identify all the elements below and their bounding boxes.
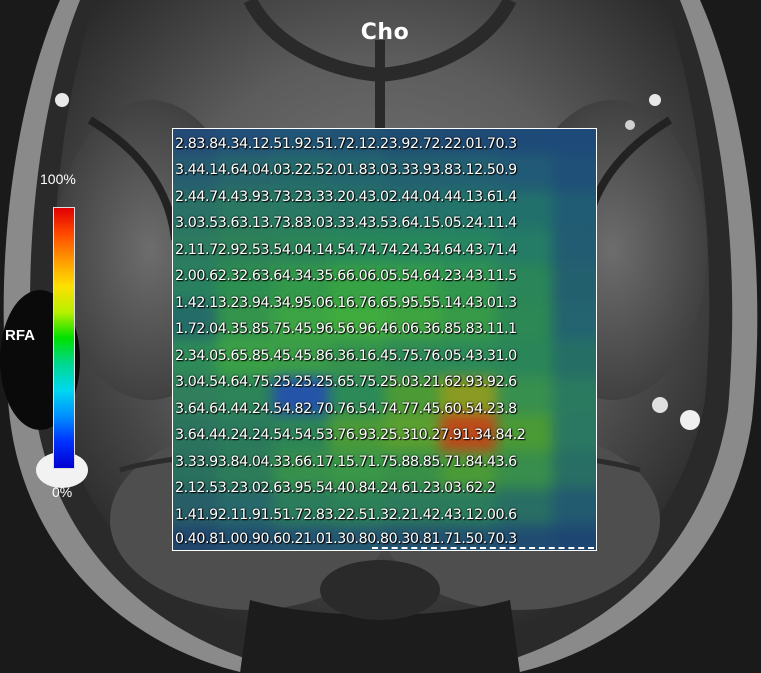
grid-row-8: 1.72.04.35.85.75.45.96.56.96.46.06.36.85…	[175, 321, 517, 337]
voxel-value-rows: 2.83.84.34.12.51.92.51.72.12.23.92.72.22…	[173, 129, 596, 550]
spectroscopy-grid: 2.83.84.34.12.51.92.51.72.12.23.92.72.22…	[172, 128, 597, 551]
grid-row-14: 2.12.53.23.02.63.95.54.40.84.24.61.23.03…	[175, 480, 496, 496]
grid-row-10: 3.04.54.64.75.25.25.25.65.75.25.03.21.62…	[175, 374, 517, 390]
grid-row-4: 3.03.53.63.13.73.83.03.33.43.53.64.15.05…	[175, 215, 517, 231]
colorbar-name-label: RFA	[5, 327, 35, 344]
grid-row-13: 3.33.93.84.04.33.66.17.15.71.75.88.85.71…	[175, 453, 517, 470]
metabolite-title: Cho	[360, 20, 410, 45]
grid-row-3: 2.44.74.43.93.73.23.33.20.43.02.44.04.44…	[175, 188, 517, 205]
grid-row-12: 3.64.44.24.24.54.54.53.76.93.25.310.27.9…	[175, 427, 526, 443]
grid-row-15: 1.41.92.11.91.51.72.83.22.51.32.21.42.43…	[175, 506, 517, 523]
colorbar	[53, 207, 75, 469]
colorbar-min-label: 0%	[52, 484, 73, 500]
grid-row-6: 2.00.62.32.63.64.34.35.66.06.05.54.64.23…	[175, 268, 517, 284]
grid-dashed-edge	[372, 547, 594, 549]
grid-row-1: 2.83.84.34.12.51.92.51.72.12.23.92.72.22…	[175, 136, 517, 152]
grid-row-2: 3.44.14.64.04.03.22.52.01.83.03.33.93.83…	[175, 162, 517, 178]
grid-row-9: 2.34.05.65.85.45.45.86.36.16.45.75.76.05…	[175, 347, 517, 364]
grid-row-11: 3.64.64.44.24.54.82.70.76.54.74.77.45.60…	[175, 400, 517, 417]
grid-row-7: 1.42.13.23.94.34.95.06.16.76.65.95.55.14…	[175, 294, 517, 311]
grid-row-5: 2.11.72.92.53.54.04.14.54.74.74.24.34.64…	[175, 241, 517, 258]
colorbar-max-label: 100%	[40, 171, 76, 187]
